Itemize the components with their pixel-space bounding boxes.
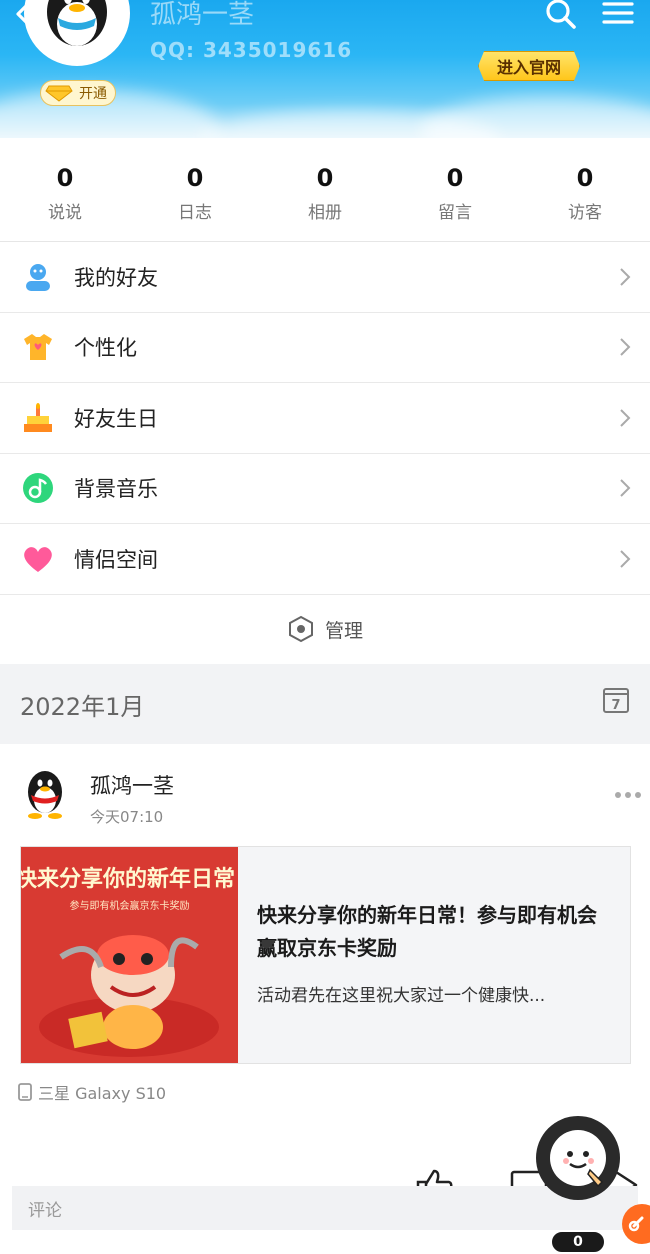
calendar-icon: 7 bbox=[603, 688, 629, 713]
card-thumbnail: 快来分享你的新年日常 参与即有机会赢京东卡奖励 bbox=[21, 847, 238, 1063]
stat-label: 说说 bbox=[48, 203, 82, 223]
manage-label: 管理 bbox=[324, 619, 363, 642]
manage-button[interactable]: 管理 bbox=[0, 595, 650, 665]
comment-placeholder: 评论 bbox=[28, 1201, 62, 1221]
floating-count-badge: 0 bbox=[550, 1230, 606, 1254]
post-more-button[interactable] bbox=[614, 784, 642, 798]
user-name: 孤鸿一茎 bbox=[150, 0, 255, 30]
profile-banner: 开通 孤鸿一茎 QQ: 3435019616 进入官网 bbox=[0, 0, 650, 138]
stat-label: 相册 bbox=[308, 203, 342, 223]
stat-shuoshuo[interactable]: 0 说说 bbox=[0, 138, 130, 241]
user-avatar[interactable] bbox=[24, 0, 130, 66]
post-author-avatar[interactable] bbox=[22, 768, 68, 822]
penguin-avatar-icon bbox=[28, 0, 126, 62]
corner-floating-button[interactable] bbox=[622, 1204, 650, 1244]
vip-open-badge[interactable]: 开通 bbox=[40, 80, 116, 106]
card-description: 活动君先在这里祝大家过一个健康快... bbox=[257, 986, 546, 1006]
stat-value: 0 bbox=[576, 164, 594, 192]
stat-visitor[interactable]: 0 访客 bbox=[520, 138, 650, 241]
mascot-face-icon bbox=[550, 1130, 606, 1188]
stat-value: 0 bbox=[186, 164, 204, 192]
stat-message[interactable]: 0 留言 bbox=[390, 138, 520, 241]
menu-item-label: 个性化 bbox=[74, 336, 137, 361]
menu-item-label: 背景音乐 bbox=[74, 477, 158, 502]
phone-icon bbox=[18, 1083, 32, 1101]
link-icon bbox=[628, 1216, 644, 1232]
chevron-right-icon bbox=[620, 479, 631, 497]
post-device: 三星 Galaxy S10 bbox=[18, 1080, 166, 1104]
cake-icon bbox=[22, 402, 54, 434]
shared-link-card[interactable]: 快来分享你的新年日常 参与即有机会赢京东卡奖励 快来分享你的新年日常！参与即有机… bbox=[20, 846, 631, 1064]
menu-item-birthday[interactable]: 好友生日 bbox=[0, 383, 650, 454]
menu-item-label: 我的好友 bbox=[74, 265, 158, 290]
menu-item-personalize[interactable]: 个性化 bbox=[0, 313, 650, 383]
post-author-name[interactable]: 孤鸿一茎 bbox=[90, 770, 174, 800]
more-dots-icon bbox=[615, 792, 641, 798]
hamburger-menu-icon bbox=[602, 2, 634, 24]
diamond-icon bbox=[45, 85, 73, 102]
chevron-right-icon bbox=[620, 338, 631, 356]
search-icon bbox=[546, 0, 576, 29]
stat-album[interactable]: 0 相册 bbox=[260, 138, 390, 241]
stat-blog[interactable]: 0 日志 bbox=[130, 138, 260, 241]
post-time: 今天07:10 bbox=[90, 808, 164, 826]
calendar-button[interactable]: 7 bbox=[602, 686, 630, 714]
stat-label: 访客 bbox=[568, 203, 602, 223]
stat-label: 日志 bbox=[178, 203, 212, 223]
chevron-right-icon bbox=[620, 409, 631, 427]
chevron-right-icon bbox=[620, 550, 631, 568]
menu-item-label: 好友生日 bbox=[74, 406, 158, 431]
timeline-date: 2022年1月 bbox=[20, 692, 145, 721]
stat-value: 0 bbox=[446, 164, 464, 192]
heart-icon bbox=[22, 543, 54, 575]
calendar-day: 7 bbox=[611, 698, 620, 713]
penguin-avatar-icon bbox=[28, 771, 62, 819]
music-icon bbox=[22, 472, 54, 504]
search-button[interactable] bbox=[540, 0, 580, 32]
chevron-right-icon bbox=[620, 268, 631, 286]
lion-dance-illustration-icon bbox=[39, 935, 219, 1057]
menu-button[interactable] bbox=[600, 0, 636, 32]
stat-label: 留言 bbox=[438, 203, 472, 223]
stat-value: 0 bbox=[56, 164, 74, 192]
friends-icon bbox=[22, 261, 54, 293]
menu-item-music[interactable]: 背景音乐 bbox=[0, 454, 650, 524]
menu-item-couple-space[interactable]: 情侣空间 bbox=[0, 524, 650, 595]
menu-item-friends[interactable]: 我的好友 bbox=[0, 242, 650, 313]
tshirt-icon bbox=[22, 331, 54, 363]
vip-open-label: 开通 bbox=[79, 86, 107, 102]
device-name: 三星 Galaxy S10 bbox=[38, 1084, 167, 1103]
stats-row: 0 说说 0 日志 0 相册 0 留言 0 访客 bbox=[0, 138, 650, 242]
banner-cloud bbox=[420, 96, 650, 138]
official-site-button[interactable]: 进入官网 bbox=[478, 51, 580, 81]
feed-post: 孤鸿一茎 今天07:10 快来分享你的新年日常 参与即有机会赢京东卡奖励 快来分… bbox=[0, 744, 650, 1254]
timeline-date-bar: 2022年1月 7 bbox=[0, 664, 650, 744]
floating-mascot-button[interactable] bbox=[536, 1116, 620, 1200]
stat-value: 0 bbox=[316, 164, 334, 192]
qq-number: QQ: 3435019616 bbox=[150, 38, 353, 62]
menu-item-label: 情侣空间 bbox=[74, 547, 158, 572]
card-title: 快来分享你的新年日常！参与即有机会赢取京东卡奖励 bbox=[257, 903, 597, 960]
hexagon-settings-icon bbox=[288, 615, 313, 643]
menu-list: 我的好友 个性化 好友生日 背景音乐 情侣空间 管理 bbox=[0, 242, 650, 665]
